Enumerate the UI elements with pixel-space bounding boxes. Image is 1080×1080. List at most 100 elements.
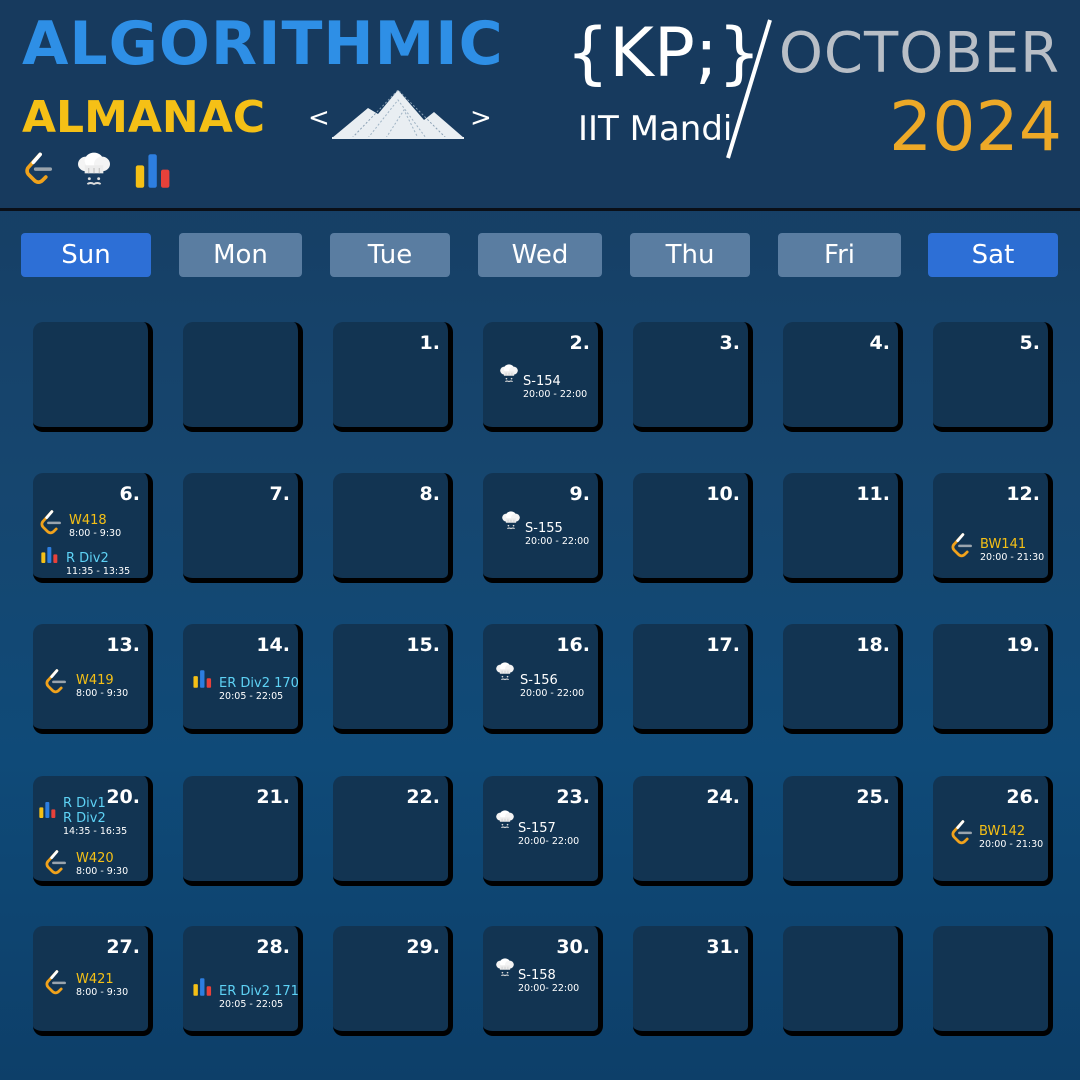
calendar-cell-day-5[interactable]: 5.: [933, 322, 1053, 432]
calendar-cell-empty: [933, 926, 1053, 1036]
day-number: 1.: [419, 332, 440, 354]
event-name: W420: [76, 851, 114, 866]
calendar-cell-day-3[interactable]: 3.: [633, 322, 753, 432]
day-number: 29.: [406, 936, 440, 958]
calendar-cell-day-17[interactable]: 17.: [633, 624, 753, 734]
event-time: 20:00 - 22:00: [525, 536, 590, 547]
weekday-mon: Mon: [179, 233, 302, 277]
event-time: 8:00 - 9:30: [76, 688, 129, 699]
nav-prev-icon[interactable]: <: [308, 103, 330, 133]
calendar-cell-day-4[interactable]: 4.: [783, 322, 903, 432]
codeforces-bars-icon: [128, 150, 180, 192]
event-codechef-starters[interactable]: S-155 20:00 - 22:00: [525, 521, 589, 548]
day-number: 11.: [856, 483, 890, 505]
month-label: OCTOBER: [778, 21, 1060, 86]
calendar-cell-day-10[interactable]: 10.: [633, 473, 753, 583]
codeforces-bars-icon: [37, 545, 63, 565]
calendar-cell-day-18[interactable]: 18.: [783, 624, 903, 734]
leetcode-icon: [43, 968, 69, 996]
event-codechef-starters[interactable]: S-154 20:00 - 22:00: [523, 374, 587, 401]
day-number: 23.: [556, 786, 590, 808]
calendar-cell-day-8[interactable]: 8.: [333, 473, 453, 583]
event-codeforces-educational[interactable]: ER Div2 171 20:05 - 22:05: [219, 984, 299, 1011]
nav-next-icon[interactable]: >: [470, 103, 492, 133]
day-number: 10.: [706, 483, 740, 505]
event-leetcode-weekly[interactable]: W419 8:00 - 9:30: [76, 673, 128, 700]
calendar-cell-day-16[interactable]: 16. S-156 20:00 - 22:00: [483, 624, 603, 734]
codeforces-bars-icon: [35, 800, 61, 820]
calendar-cell-day-22[interactable]: 22.: [333, 776, 453, 886]
codechef-chef-icon: [494, 810, 516, 832]
calendar-cell-day-19[interactable]: 19.: [933, 624, 1053, 734]
weekday-thu: Thu: [630, 233, 750, 277]
event-name: BW142: [979, 824, 1026, 839]
calendar-cell-day-15[interactable]: 15.: [333, 624, 453, 734]
event-codeforces-educational[interactable]: ER Div2 170 20:05 - 22:05: [219, 676, 299, 703]
event-codechef-starters[interactable]: S-156 20:00 - 22:00: [520, 673, 584, 700]
leetcode-icon: [949, 818, 975, 846]
calendar-cell-day-2[interactable]: 2. S-154 20:00 - 22:00: [483, 322, 603, 432]
event-name: BW141: [980, 537, 1027, 552]
calendar-cell-day-14[interactable]: 14. ER Div2 170 20:05 - 22:05: [183, 624, 303, 734]
title-line2: ALMANAC: [22, 92, 266, 143]
event-time: 20:05 - 22:05: [219, 999, 284, 1010]
day-number: 8.: [419, 483, 440, 505]
day-number: 16.: [556, 634, 590, 656]
day-number: 14.: [256, 634, 290, 656]
calendar-cell-day-1[interactable]: 1.: [333, 322, 453, 432]
weekday-tue: Tue: [330, 233, 450, 277]
event-time: 20:00- 22:00: [518, 836, 580, 847]
calendar-cell-day-27[interactable]: 27. W421 8:00 - 9:30: [33, 926, 153, 1036]
year-label: 2024: [888, 88, 1062, 167]
calendar-cell-day-6[interactable]: 6. W418 8:00 - 9:30 R Div2 11:35 - 13:35: [33, 473, 153, 583]
calendar-cell-day-11[interactable]: 11.: [783, 473, 903, 583]
day-number: 24.: [706, 786, 740, 808]
weekday-sat: Sat: [928, 233, 1058, 277]
calendar-cell-day-20[interactable]: 20. R Div1 R Div2 14:35 - 16:35 W420 8:0…: [33, 776, 153, 886]
calendar-cell-day-21[interactable]: 21.: [183, 776, 303, 886]
title-line1: ALGORITHMIC: [22, 9, 504, 79]
day-number: 4.: [869, 332, 890, 354]
event-codechef-starters[interactable]: S-157 20:00- 22:00: [518, 821, 579, 848]
leetcode-icon: [949, 531, 975, 559]
day-number: 26.: [1006, 786, 1040, 808]
event-codeforces-round[interactable]: R Div2 11:35 - 13:35: [66, 551, 130, 578]
calendar-cell-day-24[interactable]: 24.: [633, 776, 753, 886]
codechef-chef-icon: [494, 662, 516, 684]
event-time: 20:00 - 21:30: [980, 552, 1045, 563]
event-codeforces-round[interactable]: R Div1 R Div2 14:35 - 16:35: [63, 796, 127, 838]
calendar-cell-day-29[interactable]: 29.: [333, 926, 453, 1036]
calendar-cell-day-25[interactable]: 25.: [783, 776, 903, 886]
event-name: W421: [76, 972, 114, 987]
calendar-cell-day-23[interactable]: 23. S-157 20:00- 22:00: [483, 776, 603, 886]
day-number: 30.: [556, 936, 590, 958]
event-time: 14:35 - 16:35: [63, 826, 128, 837]
event-leetcode-weekly[interactable]: W418 8:00 - 9:30: [69, 513, 121, 540]
day-number: 2.: [569, 332, 590, 354]
day-number: 7.: [269, 483, 290, 505]
day-number: 27.: [106, 936, 140, 958]
event-name: W419: [76, 673, 114, 688]
event-name: W418: [69, 513, 107, 528]
calendar-cell-day-9[interactable]: 9. S-155 20:00 - 22:00: [483, 473, 603, 583]
day-number: 31.: [706, 936, 740, 958]
event-leetcode-weekly[interactable]: W420 8:00 - 9:30: [76, 851, 128, 878]
event-leetcode-biweekly[interactable]: BW142 20:00 - 21:30: [979, 824, 1043, 851]
calendar-cell-day-13[interactable]: 13. W419 8:00 - 9:30: [33, 624, 153, 734]
header: ALGORITHMIC ALMANAC < > {KP;} IIT Mandi …: [0, 0, 1080, 211]
event-leetcode-biweekly[interactable]: BW141 20:00 - 21:30: [980, 537, 1044, 564]
weekday-sun: Sun: [21, 233, 151, 277]
event-codechef-starters[interactable]: S-158 20:00- 22:00: [518, 968, 579, 995]
mountain-logo-icon: < >: [308, 89, 492, 139]
calendar-cell-day-28[interactable]: 28. ER Div2 171 20:05 - 22:05: [183, 926, 303, 1036]
calendar-cell-day-26[interactable]: 26. BW142 20:00 - 21:30: [933, 776, 1053, 886]
event-time: 20:00 - 22:00: [523, 389, 588, 400]
event-leetcode-weekly[interactable]: W421 8:00 - 9:30: [76, 972, 128, 999]
calendar-cell-day-12[interactable]: 12. BW141 20:00 - 21:30: [933, 473, 1053, 583]
calendar-cell-day-31[interactable]: 31.: [633, 926, 753, 1036]
codeforces-bars-icon: [189, 668, 217, 690]
calendar-cell-day-7[interactable]: 7.: [183, 473, 303, 583]
day-number: 5.: [1019, 332, 1040, 354]
calendar-cell-day-30[interactable]: 30. S-158 20:00- 22:00: [483, 926, 603, 1036]
event-time: 8:00 - 9:30: [76, 987, 129, 998]
